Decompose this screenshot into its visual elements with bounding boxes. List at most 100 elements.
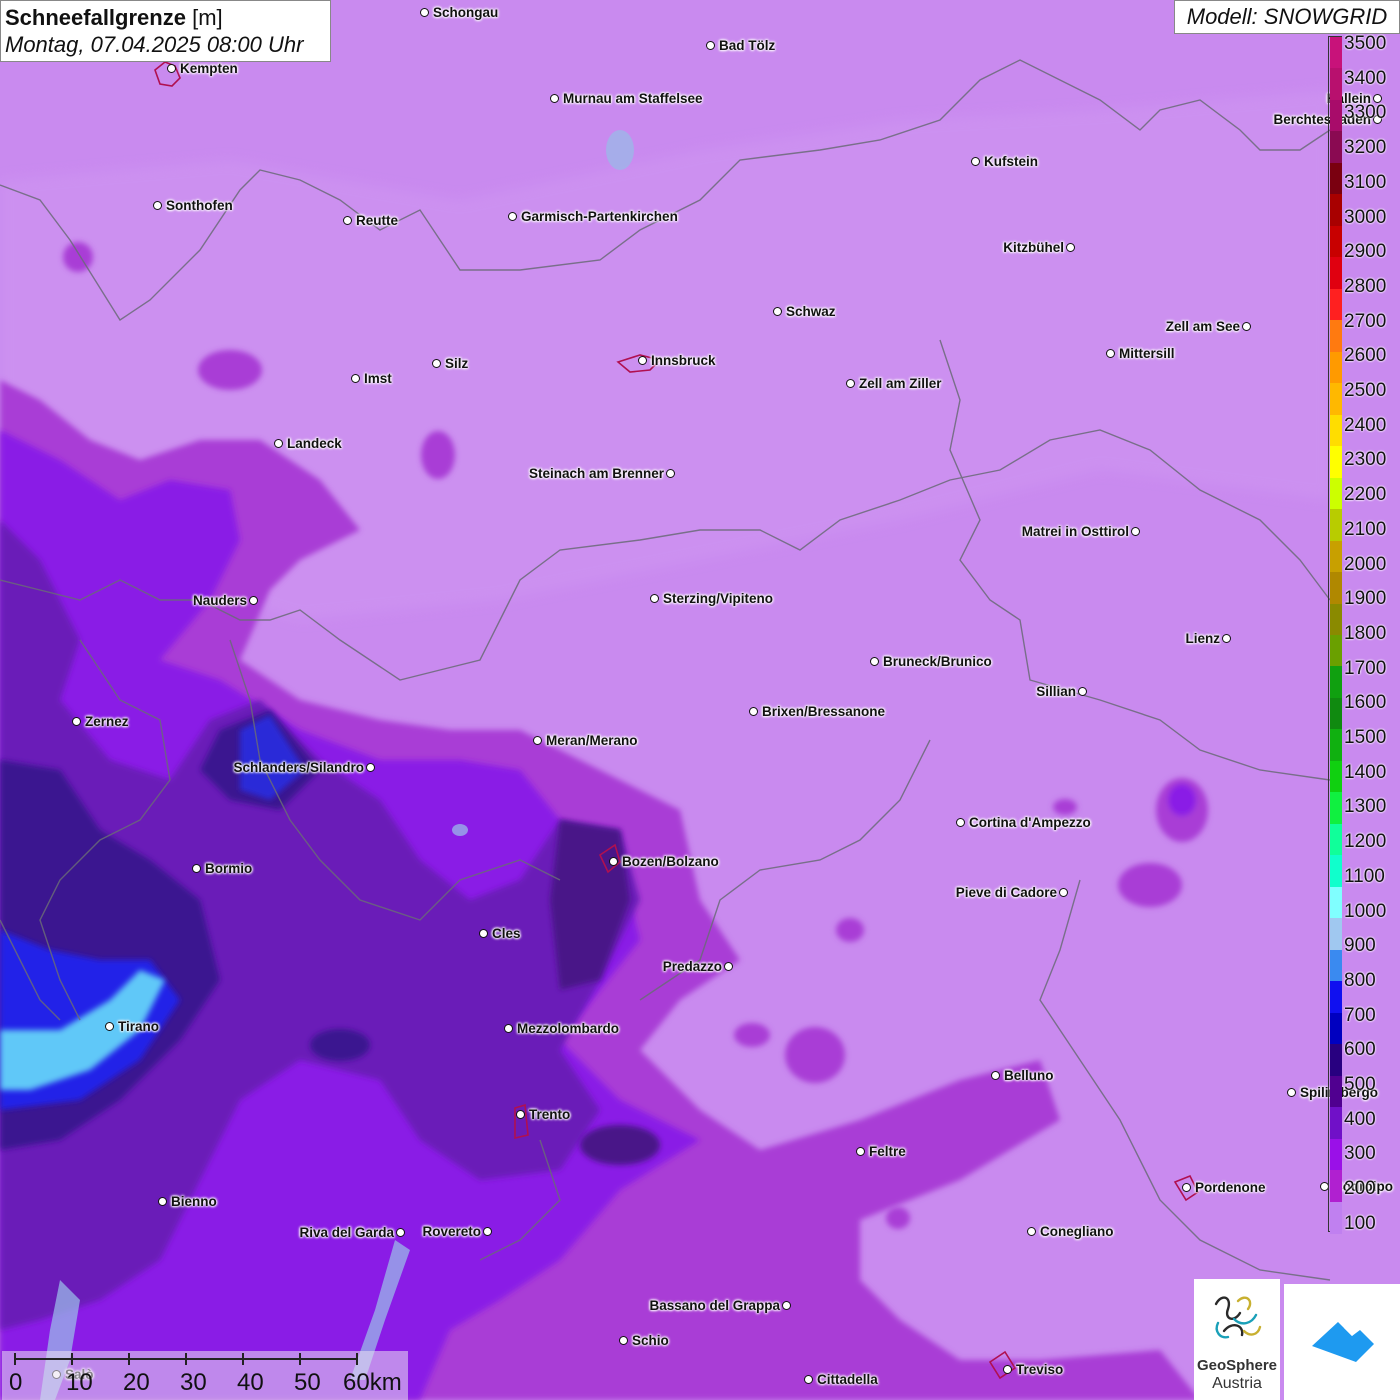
city-marker[interactable] (516, 1110, 525, 1119)
legend-label: 3400 (1344, 67, 1387, 89)
legend-label: 1600 (1344, 692, 1387, 714)
map-timestamp: Montag, 07.04.2025 08:00 Uhr (5, 32, 304, 57)
city-marker[interactable] (167, 64, 176, 73)
city-label: Bienno (171, 1194, 217, 1209)
city-marker[interactable] (773, 307, 782, 316)
city-marker[interactable] (533, 736, 542, 745)
legend-label: 500 (1344, 1074, 1376, 1095)
city-marker[interactable] (550, 94, 559, 103)
city-marker[interactable] (782, 1301, 791, 1310)
city-label: Brixen/Bressanone (762, 704, 886, 719)
city-marker[interactable] (420, 8, 429, 17)
city-label: Rovereto (422, 1224, 481, 1239)
city-marker[interactable] (971, 157, 980, 166)
city-label: Landeck (287, 436, 342, 451)
city-label: Zell am See (1165, 319, 1240, 334)
city-label: Bozen/Bolzano (622, 854, 719, 869)
scale-label: 30 (180, 1369, 207, 1396)
city-label: Matrei in Osttirol (1021, 524, 1129, 539)
legend-swatch (1330, 855, 1342, 888)
scale-label: 40 (237, 1369, 264, 1396)
legend-swatch (1330, 1107, 1342, 1140)
legend-label: 1700 (1344, 657, 1387, 679)
city-marker[interactable] (508, 212, 517, 221)
legend-swatch (1330, 1012, 1342, 1045)
city-marker[interactable] (1003, 1365, 1012, 1374)
city-label: Mittersill (1119, 346, 1175, 361)
scale-tick (299, 1353, 301, 1365)
city-marker[interactable] (1222, 634, 1231, 643)
city-marker[interactable] (666, 469, 675, 478)
legend-label: 300 (1344, 1143, 1376, 1165)
city-marker[interactable] (192, 864, 201, 873)
city-marker[interactable] (1131, 527, 1140, 536)
city-marker[interactable] (343, 216, 352, 225)
city-marker[interactable] (804, 1375, 813, 1384)
city-marker[interactable] (1106, 349, 1115, 358)
map-root[interactable]: Schneefallgrenze [m] Montag, 07.04.2025 … (0, 0, 1400, 1400)
city-marker[interactable] (158, 1197, 167, 1206)
city-label: Bormio (205, 861, 253, 876)
city-marker[interactable] (609, 857, 618, 866)
city-marker[interactable] (366, 763, 375, 772)
city-marker[interactable] (72, 717, 81, 726)
city-label: Meran/Merano (546, 733, 638, 748)
legend-swatch (1330, 1044, 1342, 1077)
legend-label: 1900 (1344, 588, 1387, 610)
legend-label: 1500 (1344, 727, 1387, 748)
city-marker[interactable] (1078, 687, 1087, 696)
map-title: Schneefallgrenze [m] (5, 4, 326, 31)
city-label: Cortina d'Ampezzo (969, 815, 1091, 830)
city-marker[interactable] (1182, 1183, 1191, 1192)
city-marker[interactable] (991, 1071, 1000, 1080)
city-label: Kitzbühel (1003, 240, 1064, 255)
city-marker[interactable] (846, 379, 855, 388)
city-marker[interactable] (351, 374, 360, 383)
city-marker[interactable] (1242, 322, 1251, 331)
legend-swatch (1330, 918, 1342, 951)
city-marker[interactable] (1066, 243, 1075, 252)
city-label: Belluno (1004, 1068, 1054, 1083)
legend-label: 2900 (1344, 241, 1387, 263)
city-marker[interactable] (619, 1336, 628, 1345)
legend-label: 2200 (1344, 484, 1387, 506)
city-label: Schongau (433, 5, 499, 20)
legend-label: 800 (1344, 969, 1376, 991)
city-marker[interactable] (105, 1022, 114, 1031)
city-marker[interactable] (856, 1147, 865, 1156)
city-marker[interactable] (274, 439, 283, 448)
legend-label: 1200 (1344, 831, 1387, 853)
city-marker[interactable] (249, 596, 258, 605)
city-marker[interactable] (650, 594, 659, 603)
city-label: Nauders (192, 593, 247, 608)
city-marker[interactable] (706, 41, 715, 50)
geosphere-logo: GeoSphere Austria (1194, 1279, 1280, 1400)
legend-label: 2400 (1344, 414, 1387, 436)
city-marker[interactable] (504, 1024, 513, 1033)
city-marker[interactable] (432, 359, 441, 368)
city-marker[interactable] (479, 929, 488, 938)
city-marker[interactable] (1059, 888, 1068, 897)
legend-label: 600 (1344, 1039, 1376, 1061)
city-label: Zell am Ziller (859, 376, 942, 391)
city-label: Garmisch-Partenkirchen (521, 209, 678, 224)
city-marker[interactable] (724, 962, 733, 971)
legend-swatch (1330, 446, 1342, 479)
city-marker[interactable] (956, 818, 965, 827)
city-label: Steinach am Brenner (528, 466, 664, 481)
city-marker[interactable] (870, 657, 879, 666)
city-marker[interactable] (1027, 1227, 1036, 1236)
city-marker[interactable] (153, 201, 162, 210)
city-marker[interactable] (1287, 1088, 1296, 1097)
city-marker[interactable] (749, 707, 758, 716)
legend-swatch (1330, 760, 1342, 793)
legend-label: 2000 (1344, 553, 1387, 575)
city-marker[interactable] (638, 356, 647, 365)
city-marker[interactable] (483, 1227, 492, 1236)
city-marker[interactable] (396, 1228, 405, 1237)
city-label: Treviso (1016, 1362, 1064, 1377)
map-title-text: Schneefallgrenze (5, 5, 186, 30)
geosphere-logo-subtext: Austria (1212, 1375, 1262, 1392)
legend-label: 3300 (1344, 102, 1387, 124)
city-label: Bassano del Grappa (649, 1298, 780, 1313)
